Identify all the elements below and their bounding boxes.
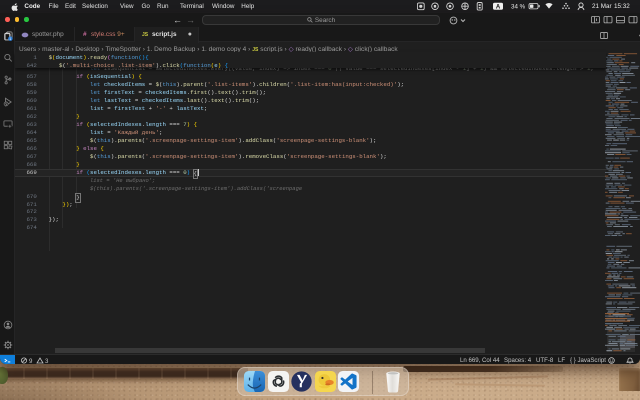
- svg-text:3: 3: [45, 358, 49, 364]
- svg-text:9: 9: [29, 358, 33, 364]
- svg-text:A: A: [496, 5, 501, 11]
- svg-text:34 %: 34 %: [511, 4, 526, 11]
- svg-text:1: 1: [9, 37, 11, 41]
